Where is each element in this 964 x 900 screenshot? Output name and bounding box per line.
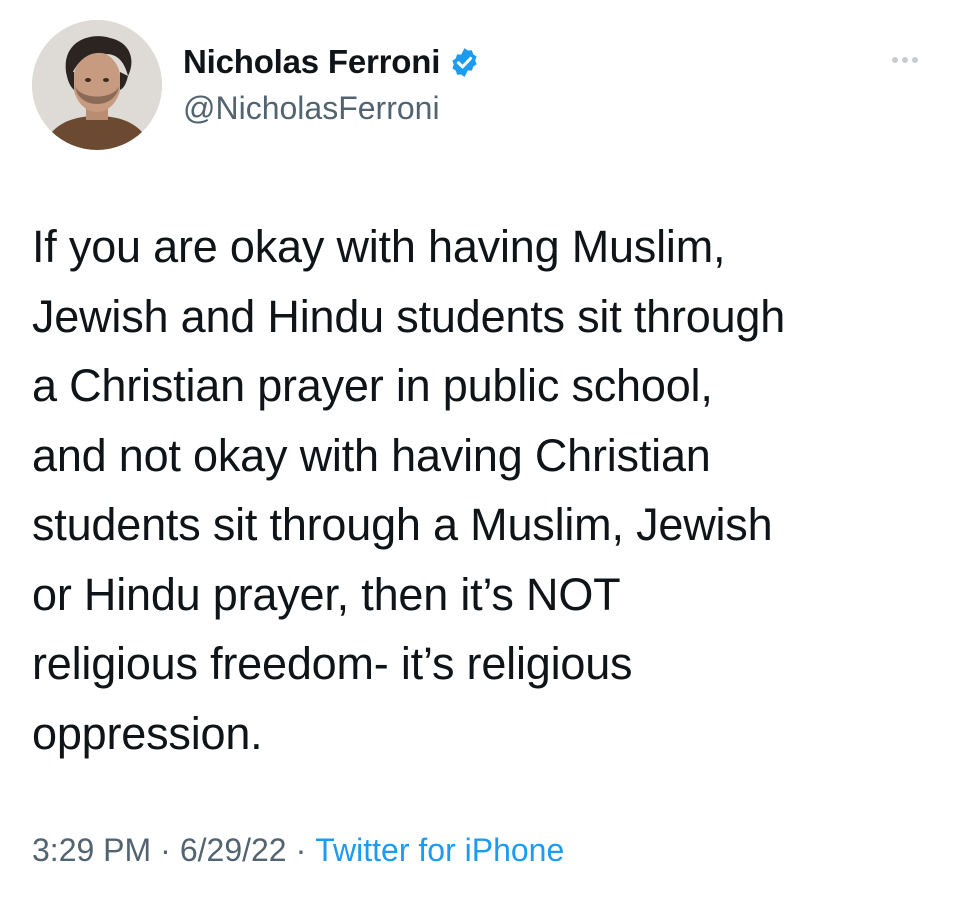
tweet-source-link[interactable]: Twitter for iPhone (315, 832, 564, 868)
verified-badge-icon (448, 46, 481, 79)
tweet-date[interactable]: 6/29/22 (180, 832, 287, 868)
tweet-text-line: a Christian prayer in public school, (32, 360, 713, 411)
tweet-text-line: or Hindu prayer, then it’s NOT (32, 568, 621, 620)
tweet-card: Nicholas Ferroni @NicholasFerroni If you… (0, 0, 964, 900)
tweet-text-line: students sit through a Muslim, Jewish (32, 499, 773, 550)
tweet-text-line: If you are okay with having Muslim, (32, 221, 726, 272)
author-block: Nicholas Ferroni @NicholasFerroni (183, 40, 481, 127)
tweet-meta: 3:29 PM · 6/29/22 · Twitter for iPhone (32, 832, 564, 869)
tweet-text: If you are okay with having Muslim, Jewi… (32, 212, 942, 768)
avatar-image (32, 20, 162, 150)
more-horizontal-icon-dot (902, 57, 908, 63)
tweet-time[interactable]: 3:29 PM (32, 832, 151, 868)
more-horizontal-icon (892, 57, 898, 63)
user-handle[interactable]: @NicholasFerroni (183, 90, 481, 127)
more-options-button[interactable] (880, 48, 930, 72)
display-name[interactable]: Nicholas Ferroni (183, 43, 440, 81)
tweet-text-line: Jewish and Hindu students sit through (32, 290, 786, 342)
avatar[interactable] (32, 20, 162, 150)
tweet-text-line: oppression. (32, 707, 263, 759)
meta-separator: · (295, 832, 307, 868)
more-horizontal-icon-dot (912, 57, 918, 63)
tweet-text-line: religious freedom- it’s religious (32, 638, 633, 689)
meta-separator: · (160, 832, 171, 868)
tweet-text-line: and not okay with having Christian (32, 429, 711, 481)
author-name-row: Nicholas Ferroni (183, 40, 481, 84)
